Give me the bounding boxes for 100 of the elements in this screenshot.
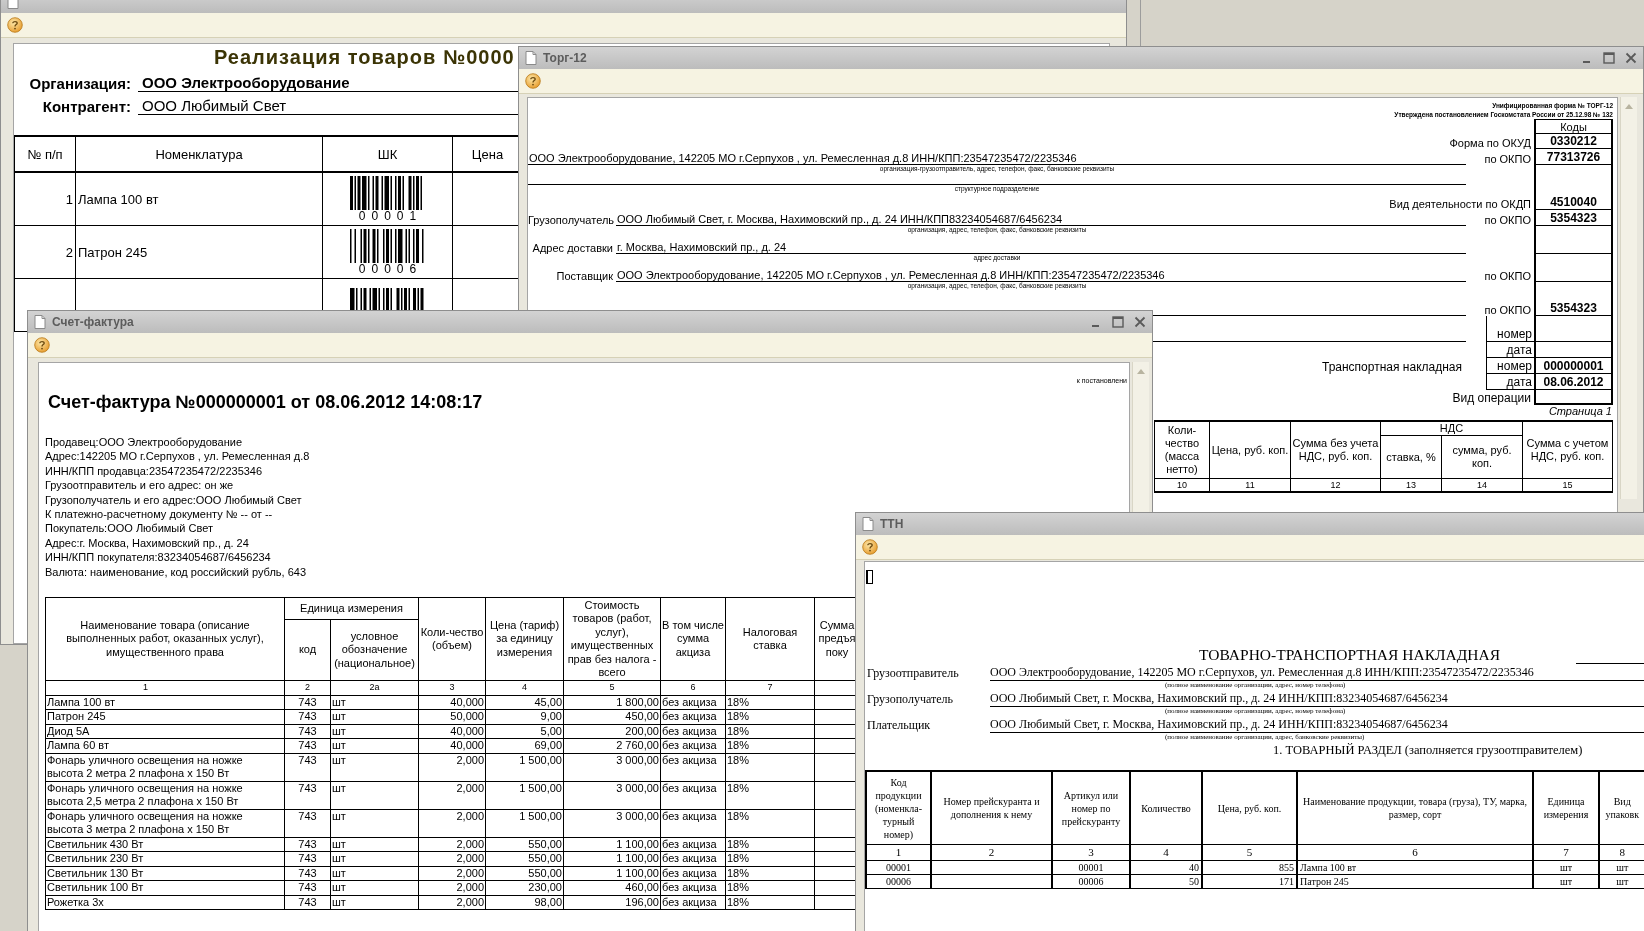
table-cell: шт (1599, 860, 1644, 875)
table-cell: 18% (725, 866, 815, 881)
table-cell: без акциза (660, 738, 726, 754)
field-label: Поставщик (555, 270, 614, 282)
table-cell: 2,000 (418, 809, 486, 838)
table-cell: 743 (284, 809, 331, 838)
column-number: 15 (1522, 478, 1613, 492)
code-cell: 5354323 (1534, 294, 1613, 316)
table-cell: Лампа 100 вт (45, 695, 285, 710)
help-icon[interactable] (525, 73, 541, 89)
column-header: ставка, % (1380, 435, 1442, 479)
table-cell: Светильник 100 Вт (45, 880, 285, 896)
column-header: ШК (322, 136, 453, 172)
table-cell: 18% (725, 695, 815, 710)
table-cell: 45,00 (485, 695, 564, 710)
table-cell: 18% (725, 880, 815, 896)
field-label: Вид деятельности по ОКДП (1388, 197, 1532, 210)
table-cell: 550,00 (485, 866, 564, 881)
table-cell: 1 100,00 (563, 837, 661, 852)
field-label: Грузоотправитель (866, 666, 960, 681)
column-header: Коли-чество (объем) (418, 597, 486, 681)
field-label: Вид операции (1451, 390, 1532, 405)
info-line: Валюта: наименование, код российский рубль, 643 (45, 565, 307, 578)
column-number: 6 (660, 680, 726, 696)
barcode-digits: 00006 (357, 262, 424, 276)
field-label: Плательщик (866, 718, 932, 733)
table-cell: 171 (1202, 874, 1297, 889)
column-number: 14 (1441, 478, 1523, 492)
table-cell: Патрон 245 (45, 709, 285, 725)
column-header: № п/п (14, 136, 76, 172)
table-cell: 2,000 (418, 753, 486, 782)
table-cell: 2,000 (418, 895, 486, 910)
column-number: 5 (1202, 844, 1297, 861)
table-cell: Фонарь уличного освещения на ножке высота 2 метра 2 плафона х 150 Вт (45, 753, 285, 782)
table-cell: без акциза (660, 837, 726, 852)
scrollbar[interactable] (1132, 362, 1149, 514)
column-header: Единица измерения (284, 597, 419, 620)
help-icon[interactable] (34, 337, 50, 353)
column-header: Налоговая ставка (725, 597, 815, 681)
column-header: Единица измерения (1533, 771, 1599, 845)
table-cell: 18% (725, 837, 815, 852)
column-header: Цена, руб. коп. (1209, 421, 1291, 479)
table-cell: 450,00 (563, 709, 661, 725)
column-header: Код продукции (номенкла-турный номер) (866, 771, 931, 845)
code-cell: Коды (1534, 119, 1613, 134)
column-number: 11 (1209, 478, 1291, 492)
table-cell: 743 (284, 866, 331, 881)
close-icon[interactable] (1625, 52, 1637, 64)
table-cell: 743 (284, 880, 331, 896)
table-cell: 00001 (866, 860, 931, 875)
help-icon[interactable] (7, 17, 23, 33)
table-cell: без акциза (660, 866, 726, 881)
column-number: 2 (284, 680, 331, 696)
window-title: Торг-12 (543, 51, 587, 65)
table-cell: 550,00 (485, 837, 564, 852)
table-cell: шт (330, 880, 419, 896)
table-cell: без акциза (660, 851, 726, 867)
document-icon (862, 517, 874, 531)
column-number: 1 (866, 844, 931, 861)
table-cell: без акциза (660, 724, 726, 739)
code-cell: 000000001 (1534, 358, 1613, 374)
table-cell: 98,00 (485, 895, 564, 910)
help-icon[interactable] (862, 539, 878, 555)
code-cell: 4510040 (1534, 195, 1613, 210)
table-cell: 18% (725, 724, 815, 739)
window-title: ТТН (880, 517, 904, 531)
table-cell: шт (330, 724, 419, 739)
column-number: 3 (1052, 844, 1130, 861)
close-icon[interactable] (1134, 316, 1146, 328)
field-label: по ОКПО (1484, 304, 1531, 316)
table-cell: 3 000,00 (563, 753, 661, 782)
maximize-icon[interactable] (1112, 316, 1124, 328)
table-cell: 460,00 (563, 880, 661, 896)
info-line: Адрес:142205 МО г.Серпухов , ул. Ремесленная д.8 (45, 450, 310, 463)
column-number: 2а (330, 680, 419, 696)
maximize-icon[interactable] (1603, 52, 1615, 64)
table-cell: 2,000 (418, 781, 486, 810)
table-cell: 69,00 (485, 738, 564, 754)
table-cell: шт (1533, 860, 1599, 875)
table-cell: без акциза (660, 895, 726, 910)
table-cell: 1 100,00 (563, 851, 661, 867)
table-cell: шт (330, 895, 419, 910)
table-cell: без акциза (660, 809, 726, 838)
scrollbar[interactable] (1620, 97, 1637, 499)
column-header: Артикул или номер по прейскуранту (1052, 771, 1130, 845)
table-cell: 40 (1130, 860, 1202, 875)
field-label: Форма по ОКУД (1448, 136, 1532, 149)
field-value: г. Москва, Нахимовский пр., д. 24 (617, 241, 787, 253)
table-cell: 1 500,00 (485, 753, 564, 782)
window-title: Счет-фактура (52, 315, 134, 329)
document-title: Счет-фактура №000000001 от 08.06.2012 14:08:17 (47, 392, 484, 413)
column-header: код (284, 619, 331, 681)
table-cell: без акциза (660, 781, 726, 810)
table-cell: 743 (284, 695, 331, 710)
column-number: 6 (1297, 844, 1533, 861)
cell-cursor (866, 570, 873, 584)
table-cell: Фонарь уличного освещения на ножке высота 2,5 метра 2 плафона х 150 Вт (45, 781, 285, 810)
field-label: Транспортная накладная (1322, 360, 1462, 374)
column-header: Наименование товара (описание выполненных работ, оказанных услуг), имущественного права (45, 597, 285, 681)
column-number: 7 (1533, 844, 1599, 861)
